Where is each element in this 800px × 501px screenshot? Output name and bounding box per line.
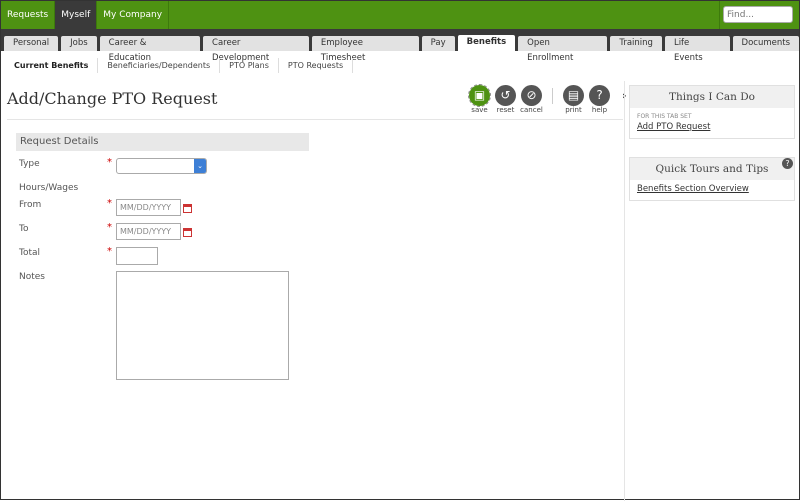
page-title: Add/Change PTO Request [7, 89, 218, 108]
calendar-icon[interactable] [183, 228, 192, 237]
divider [7, 119, 623, 120]
cancel-button[interactable]: ⊘ cancel [520, 85, 543, 114]
save-icon: ▣ [468, 84, 491, 107]
nav-requests[interactable]: Requests [1, 1, 56, 29]
sub-tabs: Current Benefits Beneficiaries/Dependent… [5, 58, 354, 73]
total-label: Total [19, 248, 41, 258]
type-label: Type [19, 159, 40, 169]
tab-jobs[interactable]: Jobs [61, 36, 97, 51]
find-container [719, 1, 799, 29]
select-arrow-icon: ⌄ [194, 159, 206, 173]
panel-subtitle: FOR THIS TAB SET [637, 113, 692, 120]
benefits-overview-link[interactable]: Benefits Section Overview [630, 180, 794, 200]
from-date-input[interactable]: MM/DD/YYYY [116, 199, 181, 216]
calendar-icon[interactable] [183, 204, 192, 213]
tab-training[interactable]: Training [610, 36, 662, 51]
hours-wages-label: Hours/Wages [19, 183, 79, 193]
notes-textarea[interactable] [116, 271, 289, 380]
tab-open-enrollment[interactable]: Open Enrollment [518, 36, 608, 63]
help-icon: ? [589, 85, 610, 106]
divider [624, 81, 625, 501]
things-i-can-do-panel: Things I Can Do FOR THIS TAB SET Add PTO… [629, 85, 795, 139]
toolbar: ▣save ↺reset ⊘cancel ▤print ?help › [468, 84, 627, 114]
subtab-current-benefits[interactable]: Current Benefits [5, 58, 99, 73]
tab-career-education[interactable]: Career & Education [99, 36, 201, 63]
tab-pay[interactable]: Pay [421, 36, 455, 51]
tab-life-events[interactable]: Life Events [664, 36, 730, 63]
panel-title: Things I Can Do [630, 86, 794, 108]
reset-icon: ↺ [495, 85, 516, 106]
save-button[interactable]: ▣ save [468, 84, 491, 114]
add-pto-request-link[interactable]: Add PTO Request [630, 120, 794, 138]
subtab-pto-plans[interactable]: PTO Plans [220, 58, 279, 73]
nav-myself[interactable]: Myself [55, 1, 98, 29]
to-label: To [19, 224, 29, 234]
top-nav: Requests Myself My Company [1, 1, 799, 29]
type-select[interactable]: ⌄ [116, 158, 207, 174]
find-input[interactable] [723, 6, 793, 23]
print-icon: ▤ [563, 85, 584, 106]
notes-label: Notes [19, 272, 45, 282]
tab-documents[interactable]: Documents [732, 36, 799, 51]
subtab-pto-requests[interactable]: PTO Requests [279, 58, 354, 73]
nav-my-company[interactable]: My Company [97, 1, 170, 29]
reset-button[interactable]: ↺ reset [494, 85, 517, 114]
toolbar-divider [552, 88, 553, 104]
tab-career-development[interactable]: Career Development [203, 36, 309, 63]
required-marker: * [107, 157, 112, 168]
tab-employee-timesheet[interactable]: Employee Timesheet [311, 36, 419, 63]
required-marker: * [107, 198, 112, 209]
from-label: From [19, 200, 42, 210]
help-icon[interactable]: ? [782, 158, 793, 169]
quick-tours-panel: Quick Tours and Tips Benefits Section Ov… [629, 157, 795, 201]
panel-title: Quick Tours and Tips [630, 158, 794, 180]
tab-bar: Personal Jobs Career & Education Career … [1, 29, 799, 63]
required-marker: * [107, 222, 112, 233]
to-date-input[interactable]: MM/DD/YYYY [116, 223, 181, 240]
cancel-icon: ⊘ [521, 85, 542, 106]
section-header: Request Details [16, 133, 309, 151]
subtab-beneficiaries[interactable]: Beneficiaries/Dependents [98, 58, 221, 73]
help-button[interactable]: ? help [588, 85, 611, 114]
total-input[interactable] [116, 247, 158, 265]
required-marker: * [107, 246, 112, 257]
tab-benefits[interactable]: Benefits [457, 35, 516, 51]
print-button[interactable]: ▤ print [562, 85, 585, 114]
tab-personal[interactable]: Personal [4, 36, 59, 51]
